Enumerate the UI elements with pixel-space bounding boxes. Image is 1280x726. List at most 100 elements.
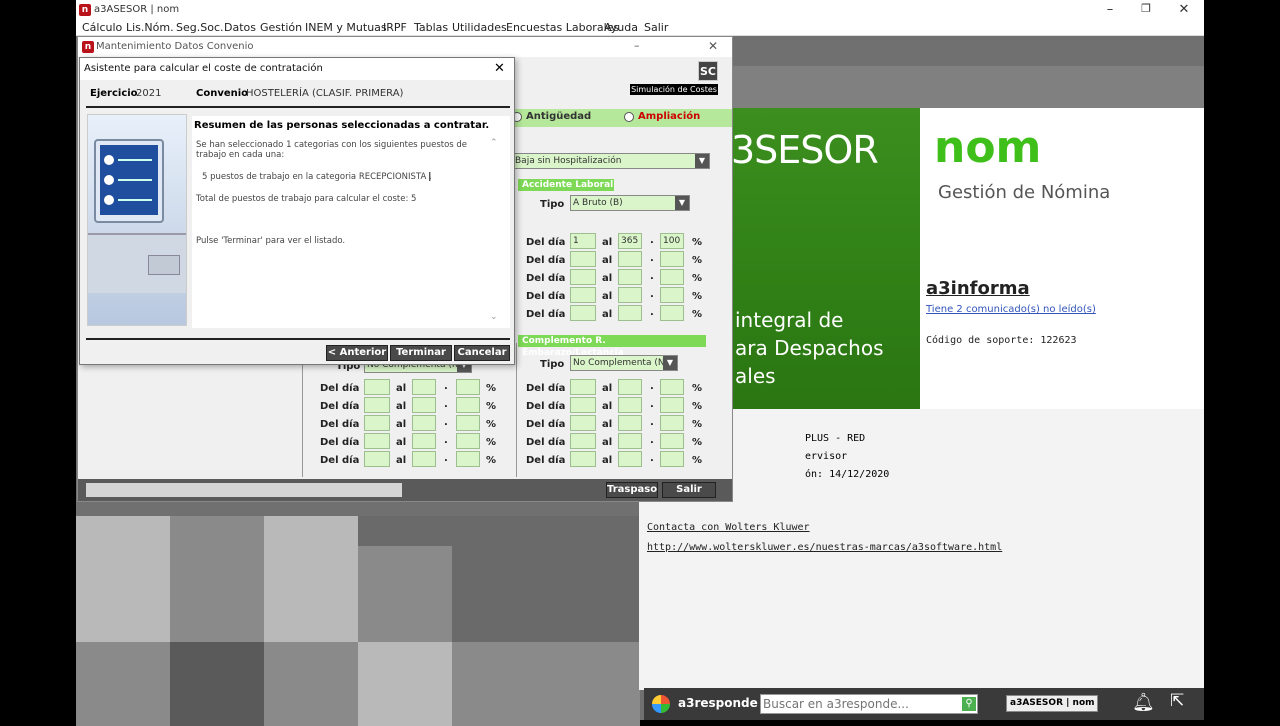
to-day-input[interactable]: [618, 397, 642, 413]
percent-label: %: [692, 455, 703, 466]
to-day-input[interactable]: [412, 433, 436, 449]
scroll-up-icon[interactable]: ⌃: [490, 138, 498, 148]
menu-datos[interactable]: Datos: [224, 21, 256, 34]
from-day-input[interactable]: [570, 269, 596, 285]
percent-input[interactable]: [660, 451, 684, 467]
from-day-input[interactable]: [364, 451, 390, 467]
percent-input[interactable]: [660, 269, 684, 285]
website-link[interactable]: http://www.wolterskluwer.es/nuestras-mar…: [647, 542, 1002, 553]
menu-inem[interactable]: INEM y Mutuas: [305, 21, 387, 34]
a3responde-bar: a3responde ⚲ a3ASESOR | nom 🔔︎ ⇱: [644, 688, 1204, 720]
menu-encuestas[interactable]: Encuestas Laborales: [506, 21, 619, 34]
anterior-button[interactable]: < Anterior: [326, 345, 388, 361]
from-day-input[interactable]: [570, 397, 596, 413]
menu-utilidades[interactable]: Utilidades: [452, 21, 507, 34]
traspaso-button[interactable]: Traspaso: [606, 482, 658, 498]
from-day-input[interactable]: [570, 433, 596, 449]
chevron-down-icon[interactable]: ▼: [663, 356, 677, 370]
to-day-input[interactable]: [618, 415, 642, 431]
contact-link[interactable]: Contacta con Wolters Kluwer: [647, 522, 810, 533]
mantenimiento-titlebar: n Mantenimiento Datos Convenio – ✕: [78, 37, 732, 57]
dot-label: .: [444, 381, 448, 392]
from-day-input[interactable]: [364, 433, 390, 449]
to-day-input[interactable]: [618, 269, 642, 285]
unread-notices-link[interactable]: Tiene 2 comunicado(s) no leído(s): [926, 304, 1096, 315]
chevron-down-icon[interactable]: ▼: [695, 154, 709, 168]
to-day-input[interactable]: [618, 305, 642, 321]
ampliacion-radio[interactable]: [624, 112, 634, 122]
to-day-input[interactable]: [618, 451, 642, 467]
percent-input[interactable]: [660, 287, 684, 303]
dot-label: .: [444, 417, 448, 428]
salir-button[interactable]: Salir: [662, 482, 716, 498]
menu-tablas[interactable]: Tablas: [414, 21, 448, 34]
tagline-1: integral de: [735, 308, 844, 332]
from-day-input[interactable]: [570, 251, 596, 267]
maximize-icon[interactable]: ❐: [1136, 2, 1156, 15]
to-day-input[interactable]: [412, 415, 436, 431]
menu-calculo[interactable]: Cálculo: [82, 21, 122, 34]
close-icon[interactable]: ✕: [494, 61, 505, 76]
percent-input[interactable]: [660, 433, 684, 449]
convenio-label: Convenio: [196, 88, 249, 99]
to-day-input[interactable]: [618, 433, 642, 449]
bell-icon[interactable]: 🔔︎: [1132, 692, 1155, 713]
del-dia-label: Del día: [526, 273, 566, 284]
al-label: al: [396, 437, 407, 448]
percent-input[interactable]: [660, 415, 684, 431]
menu-salir[interactable]: Salir: [644, 21, 668, 34]
close-icon[interactable]: ✕: [708, 39, 718, 53]
from-day-input[interactable]: [570, 415, 596, 431]
tipo-embarazo-combo[interactable]: No Complementa (N) ▼: [570, 355, 678, 371]
from-day-input[interactable]: [570, 379, 596, 395]
minimize-icon[interactable]: –: [1100, 2, 1120, 17]
license-text: PLUS - RED: [805, 433, 866, 444]
terminar-button[interactable]: Terminar: [390, 345, 452, 361]
from-day-input[interactable]: [364, 379, 390, 395]
external-link-icon[interactable]: ⇱: [1170, 691, 1184, 711]
tipo-combo[interactable]: A Bruto (B) ▼: [570, 195, 690, 211]
percent-input[interactable]: [456, 415, 480, 431]
percent-input[interactable]: [456, 397, 480, 413]
from-day-input[interactable]: [570, 451, 596, 467]
scroll-down-icon[interactable]: ⌄: [490, 312, 498, 322]
percent-input[interactable]: [456, 451, 480, 467]
minimize-icon[interactable]: –: [634, 39, 640, 52]
from-day-input[interactable]: [570, 287, 596, 303]
menu-ayuda[interactable]: Ayuda: [604, 21, 638, 34]
product-badge[interactable]: a3ASESOR | nom: [1006, 695, 1098, 712]
from-day-input[interactable]: [364, 415, 390, 431]
percent-input[interactable]: [660, 379, 684, 395]
percent-input[interactable]: [660, 305, 684, 321]
to-day-input[interactable]: [618, 251, 642, 267]
percent-label: %: [486, 455, 497, 466]
percent-input[interactable]: 100: [660, 233, 684, 249]
search-input[interactable]: [760, 694, 978, 714]
cancelar-button[interactable]: Cancelar: [454, 345, 510, 361]
to-day-input[interactable]: [412, 451, 436, 467]
from-day-input[interactable]: [570, 305, 596, 321]
to-day-input[interactable]: [412, 397, 436, 413]
menu-seg-soc[interactable]: Seg.Soc.: [176, 21, 224, 34]
search-icon[interactable]: ⚲: [962, 697, 976, 711]
percent-input[interactable]: [456, 379, 480, 395]
computer-illustration: [87, 114, 187, 326]
menu-gestion[interactable]: Gestión: [260, 21, 302, 34]
to-day-input[interactable]: [618, 287, 642, 303]
percent-input[interactable]: [660, 397, 684, 413]
percent-label: %: [692, 383, 703, 394]
menu-lis-nom[interactable]: Lis.Nóm.: [126, 21, 174, 34]
sc-icon[interactable]: SC: [698, 61, 718, 81]
to-day-input[interactable]: [412, 379, 436, 395]
percent-input[interactable]: [660, 251, 684, 267]
percent-input[interactable]: [456, 433, 480, 449]
percent-label: %: [486, 419, 497, 430]
to-day-input[interactable]: [618, 379, 642, 395]
menu-irpf[interactable]: IRPF: [383, 21, 407, 34]
from-day-input[interactable]: 1: [570, 233, 596, 249]
to-day-input[interactable]: 365: [618, 233, 642, 249]
from-day-input[interactable]: [364, 397, 390, 413]
chevron-down-icon[interactable]: ▼: [675, 196, 689, 210]
close-icon[interactable]: ✕: [1174, 2, 1194, 17]
baja-combo[interactable]: Baja sin Hospitalización ▼: [512, 153, 710, 169]
